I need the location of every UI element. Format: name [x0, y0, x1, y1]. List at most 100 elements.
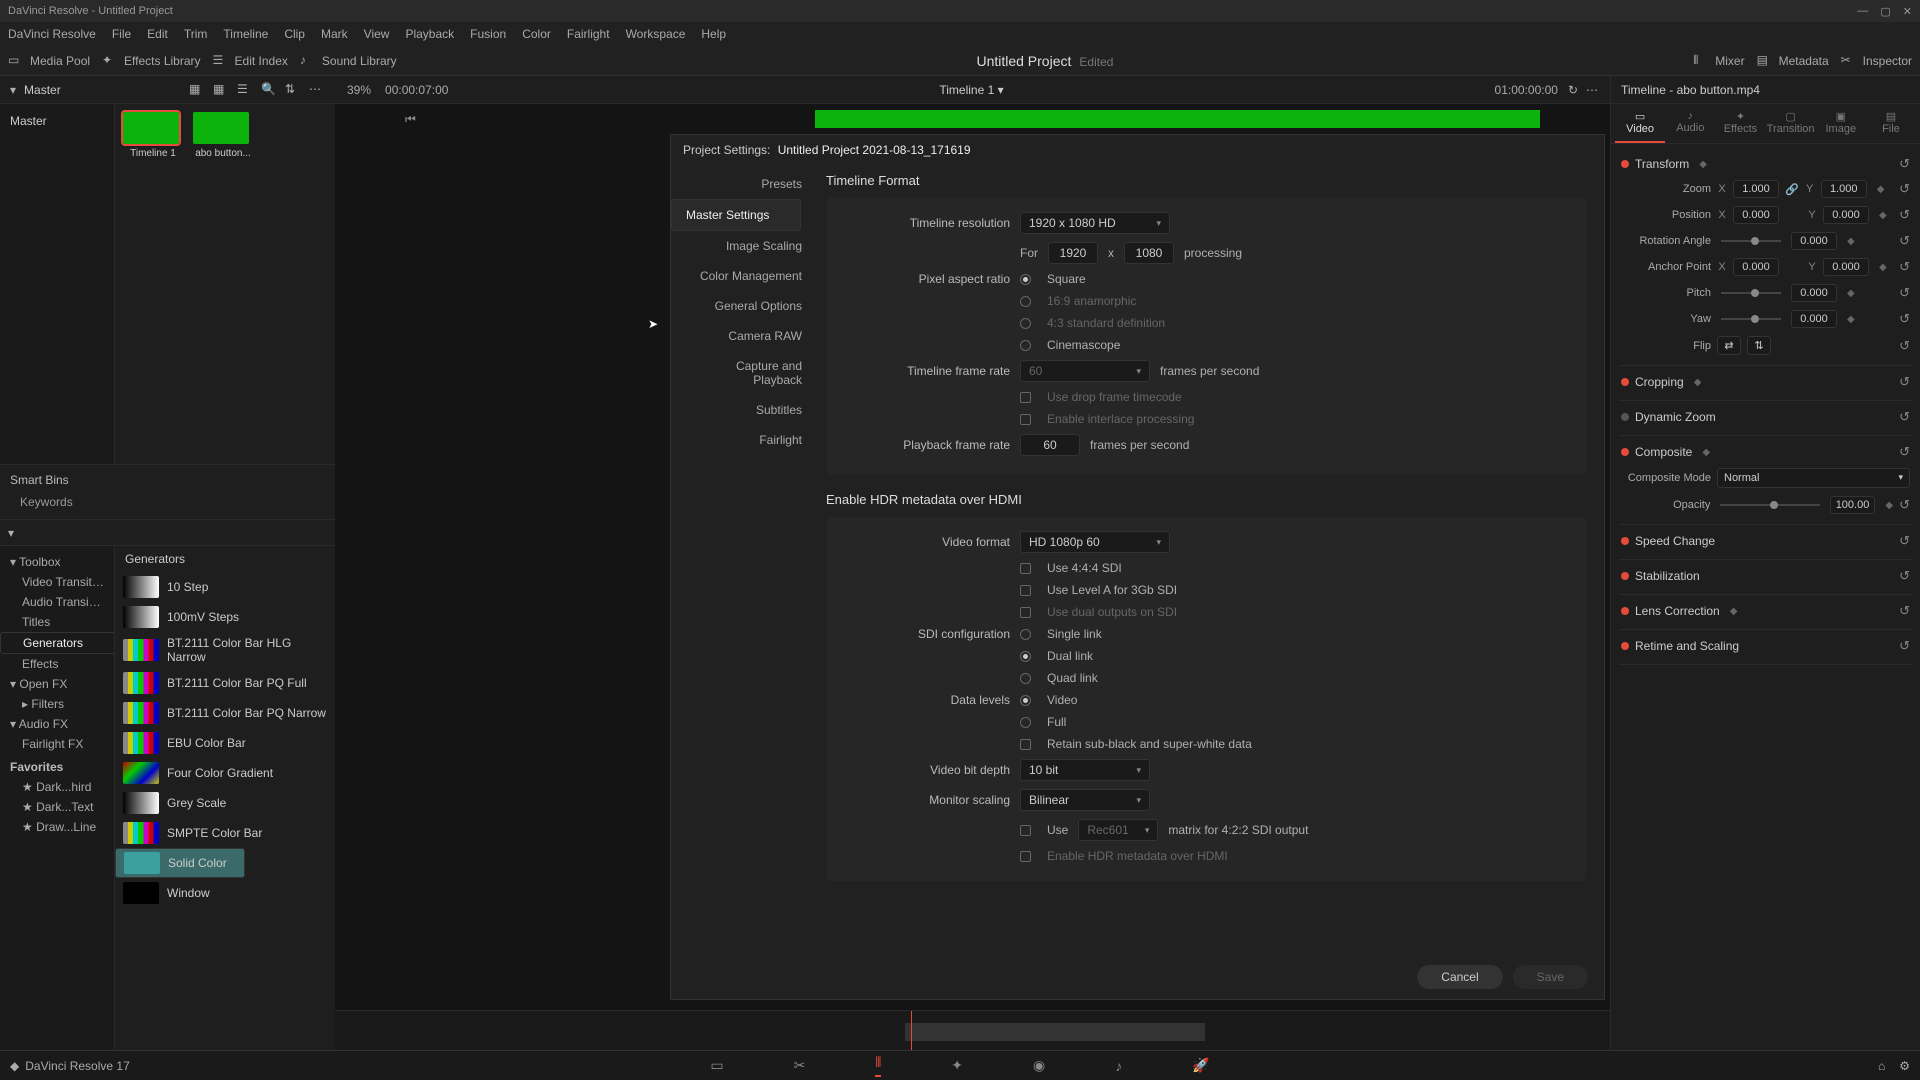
- tree-effects[interactable]: Effects: [0, 654, 114, 674]
- lens-correction-section[interactable]: Lens Correction◆↺: [1619, 595, 1912, 630]
- anchor-x-input[interactable]: 0.000: [1733, 258, 1779, 276]
- save-button[interactable]: Save: [1513, 965, 1588, 989]
- level-a-checkbox[interactable]: [1020, 585, 1031, 596]
- fx-ebu-color-bar[interactable]: EBU Color Bar: [115, 728, 335, 758]
- dropdown-icon[interactable]: ▾: [10, 83, 16, 97]
- flip-h-button[interactable]: ⇄: [1717, 336, 1741, 355]
- page-fusion[interactable]: ✦: [951, 1057, 963, 1074]
- speed-change-section[interactable]: Speed Change↺: [1619, 525, 1912, 560]
- menu-color[interactable]: Color: [522, 27, 551, 41]
- tree-audiofx[interactable]: ▾ Audio FX: [0, 714, 114, 734]
- flip-v-button[interactable]: ⇅: [1747, 336, 1771, 355]
- reset-icon[interactable]: ↺: [1899, 207, 1910, 223]
- height-input[interactable]: 1080: [1124, 242, 1174, 264]
- tree-titles[interactable]: Titles: [0, 612, 114, 632]
- search-icon[interactable]: 🔍: [261, 82, 277, 98]
- keyframe-icon[interactable]: ◆: [1847, 236, 1855, 247]
- menu-workspace[interactable]: Workspace: [626, 27, 686, 41]
- page-media[interactable]: ▭: [710, 1057, 723, 1074]
- fx-bt2111-pq-full[interactable]: BT.2111 Color Bar PQ Full: [115, 668, 335, 698]
- menu-view[interactable]: View: [364, 27, 390, 41]
- sound-library-button[interactable]: ♪Sound Library: [300, 53, 397, 69]
- clip-timeline1[interactable]: Timeline 1: [123, 112, 183, 159]
- enable-dot[interactable]: [1621, 160, 1629, 168]
- use-matrix-checkbox[interactable]: [1020, 825, 1031, 836]
- vf-select[interactable]: HD 1080p 60▾: [1020, 531, 1170, 553]
- nav-general-options[interactable]: General Options: [671, 291, 816, 321]
- nav-image-scaling[interactable]: Image Scaling: [671, 231, 816, 261]
- fx-10-step[interactable]: 10 Step: [115, 572, 335, 602]
- reset-icon[interactable]: ↺: [1899, 444, 1910, 460]
- skip-back-icon[interactable]: ⏮: [405, 112, 416, 127]
- par-square-radio[interactable]: [1020, 274, 1031, 285]
- tab-file[interactable]: ▤File: [1866, 110, 1916, 143]
- bitdepth-select[interactable]: 10 bit▾: [1020, 759, 1150, 781]
- rotation-slider[interactable]: [1721, 240, 1781, 242]
- minimize-icon[interactable]: —: [1857, 5, 1868, 18]
- link-icon[interactable]: 🔗: [1785, 183, 1799, 196]
- metadata-button[interactable]: ▤Metadata: [1757, 53, 1829, 69]
- nav-presets[interactable]: Presets: [671, 169, 816, 199]
- opacity-input[interactable]: 100.00: [1830, 496, 1876, 514]
- tab-transition[interactable]: ▢Transition: [1766, 110, 1816, 143]
- fav-1[interactable]: ★ Dark...hird: [0, 777, 114, 797]
- edit-index-button[interactable]: ☰Edit Index: [213, 53, 288, 69]
- monscale-select[interactable]: Bilinear▾: [1020, 789, 1150, 811]
- pitch-slider[interactable]: [1721, 292, 1781, 294]
- thumb-view-icon[interactable]: ▦: [189, 82, 205, 98]
- tree-openfx[interactable]: ▾ Open FX: [0, 674, 114, 694]
- menu-help[interactable]: Help: [701, 27, 726, 41]
- fx-100mv-steps[interactable]: 100mV Steps: [115, 602, 335, 632]
- nav-color-management[interactable]: Color Management: [671, 261, 816, 291]
- sdi-dual-radio[interactable]: [1020, 651, 1031, 662]
- nav-fairlight[interactable]: Fairlight: [671, 425, 816, 455]
- fx-four-color-gradient[interactable]: Four Color Gradient: [115, 758, 335, 788]
- menu-edit[interactable]: Edit: [147, 27, 168, 41]
- cancel-button[interactable]: Cancel: [1417, 965, 1502, 989]
- smart-bin-keywords[interactable]: Keywords: [10, 493, 325, 511]
- zoom-x-input[interactable]: 1.000: [1733, 180, 1779, 198]
- viewer-more-icon[interactable]: ⋯: [1586, 83, 1598, 97]
- keyframe-icon[interactable]: ◆: [1879, 210, 1887, 221]
- par-cinemascope-radio[interactable]: [1020, 340, 1031, 351]
- viewer-zoom[interactable]: 39%: [347, 83, 371, 97]
- dl-video-radio[interactable]: [1020, 695, 1031, 706]
- tab-effects[interactable]: ✦Effects: [1715, 110, 1765, 143]
- reset-icon[interactable]: ↺: [1899, 181, 1910, 197]
- opacity-slider[interactable]: [1720, 504, 1819, 506]
- nav-camera-raw[interactable]: Camera RAW: [671, 321, 816, 351]
- fx-bt2111-hlg-narrow[interactable]: BT.2111 Color Bar HLG Narrow: [115, 632, 335, 668]
- media-pool-button[interactable]: ▭Media Pool: [8, 53, 90, 69]
- sort-icon[interactable]: ⇅: [285, 82, 301, 98]
- keyframe-icon[interactable]: ◆: [1885, 500, 1893, 511]
- mixer-button[interactable]: ⫴Mixer: [1693, 53, 1744, 69]
- fav-3[interactable]: ★ Draw...Line: [0, 817, 114, 837]
- tree-generators[interactable]: Generators: [0, 632, 115, 654]
- reset-icon[interactable]: ↺: [1899, 311, 1910, 327]
- menu-fusion[interactable]: Fusion: [470, 27, 506, 41]
- menu-app[interactable]: DaVinci Resolve: [8, 27, 96, 41]
- more-icon[interactable]: ⋯: [309, 82, 325, 98]
- reset-icon[interactable]: ↺: [1899, 338, 1910, 354]
- keyframe-icon[interactable]: ◆: [1847, 288, 1855, 299]
- close-icon[interactable]: ✕: [1903, 5, 1912, 18]
- nav-master-settings[interactable]: Master Settings: [671, 199, 801, 231]
- nav-capture-playback[interactable]: Capture and Playback: [671, 351, 816, 395]
- fx-solid-color[interactable]: Solid Color: [115, 848, 245, 878]
- fx-dropdown-icon[interactable]: ▾: [8, 526, 14, 540]
- par-169-radio[interactable]: [1020, 296, 1031, 307]
- page-edit[interactable]: ⫴: [875, 1054, 881, 1077]
- rotation-input[interactable]: 0.000: [1791, 232, 1837, 250]
- fx-window[interactable]: Window: [115, 878, 335, 908]
- tree-audio-transitions[interactable]: Audio Transitions: [0, 592, 114, 612]
- maximize-icon[interactable]: ▢: [1880, 5, 1890, 18]
- reset-icon[interactable]: ↺: [1899, 285, 1910, 301]
- reset-icon[interactable]: ↺: [1899, 259, 1910, 275]
- reset-icon[interactable]: ↺: [1899, 497, 1910, 513]
- menu-timeline[interactable]: Timeline: [223, 27, 268, 41]
- settings-icon[interactable]: ⚙: [1899, 1059, 1910, 1073]
- page-color[interactable]: ◉: [1033, 1057, 1045, 1074]
- tree-toolbox[interactable]: ▾ Toolbox: [0, 552, 114, 572]
- keyframe-icon[interactable]: ◆: [1847, 314, 1855, 325]
- pos-x-input[interactable]: 0.000: [1733, 206, 1779, 224]
